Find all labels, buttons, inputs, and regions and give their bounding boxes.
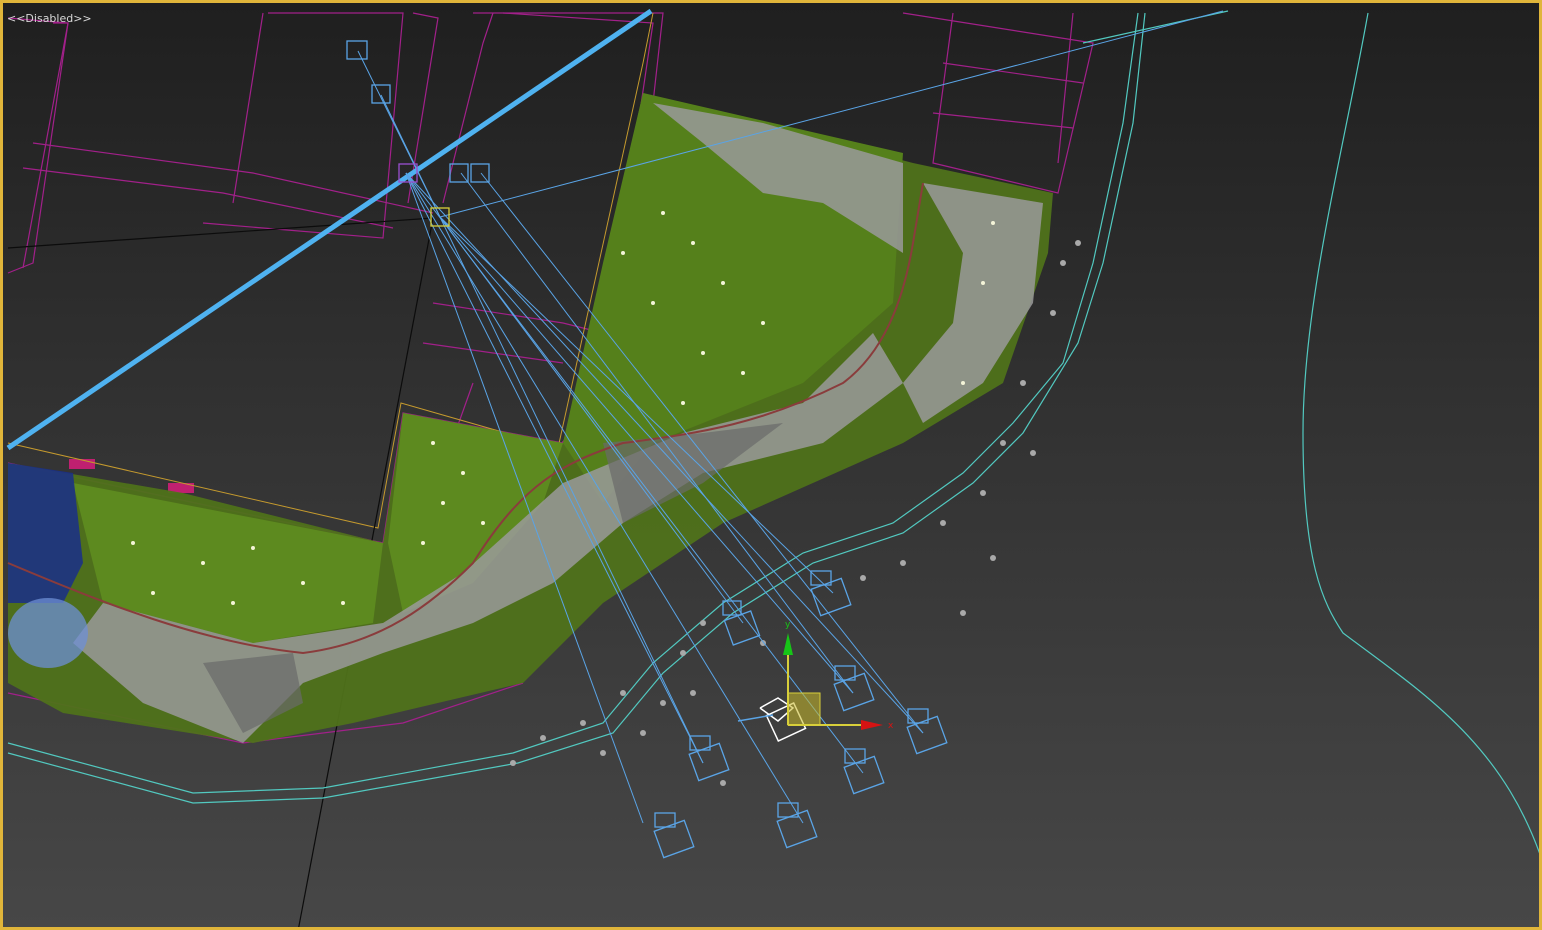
selected-spline[interactable] (6, 8, 653, 451)
camera-icon (653, 812, 695, 859)
camera-icon (722, 600, 761, 646)
gizmo-xy-plane[interactable] (787, 692, 821, 726)
camera-icon (776, 802, 818, 849)
gizmo-y-arrow[interactable] (783, 633, 793, 655)
gizmo-x-arrow[interactable] (861, 720, 883, 730)
gizmo-y-label: y (785, 620, 791, 630)
scene-canvas[interactable]: x y (3, 3, 1542, 930)
viewport-3d[interactable]: x y <<Disabled>> (0, 0, 1542, 930)
camera-icon (906, 708, 948, 755)
viewport-label[interactable]: <<Disabled>> (7, 12, 92, 25)
gizmo-x-label: x (888, 721, 894, 731)
camera-icon (688, 735, 730, 782)
